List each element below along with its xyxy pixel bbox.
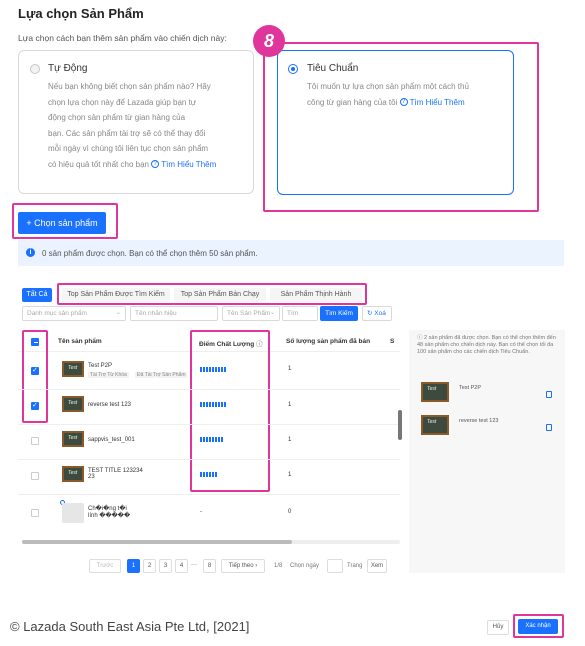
pager-page-1[interactable]: 1 bbox=[127, 559, 140, 573]
info-circle-icon: ⓘ bbox=[417, 335, 423, 341]
row-checkbox[interactable] bbox=[31, 472, 39, 480]
sold-count: 1 bbox=[288, 366, 292, 372]
selected-thumbnail bbox=[421, 415, 449, 435]
selected-thumbnail bbox=[421, 382, 449, 402]
selected-item-name: reverse test 123 bbox=[459, 418, 499, 424]
chevron-down-icon: ⌄ bbox=[269, 310, 275, 316]
tab-trending[interactable]: Sản Phẩm Thịnh Hành bbox=[270, 288, 362, 302]
quality-bar bbox=[200, 367, 226, 372]
info-icon: i bbox=[26, 248, 35, 257]
search-button[interactable]: Tìm Kiếm bbox=[320, 306, 358, 321]
quality-bar bbox=[200, 472, 217, 477]
pager-next[interactable]: Tiếp theo › bbox=[221, 559, 265, 573]
quality-empty: - bbox=[200, 509, 202, 515]
info-bar: i 0 sản phẩm được chọn. Bạn có thể chọn … bbox=[18, 240, 564, 266]
cancel-button[interactable]: Hủy bbox=[487, 620, 509, 635]
info-circle-icon: ⓘ bbox=[256, 341, 263, 348]
pager-page-last[interactable]: 8 bbox=[203, 559, 216, 573]
tab-top-searched[interactable]: Top Sản Phẩm Được Tìm Kiếm bbox=[62, 288, 170, 302]
product-name: reverse test 123 bbox=[88, 402, 132, 408]
learn-more-link[interactable]: Tìm Hiểu Thêm bbox=[410, 98, 465, 107]
page-subtitle: Lựa chọn cách bạn thêm sản phẩm vào chiế… bbox=[18, 33, 227, 43]
product-thumbnail bbox=[62, 396, 84, 412]
option-standard-desc: Tôi muốn tự lựa chọn sản phẩm một cách t… bbox=[307, 82, 469, 107]
row-checkbox[interactable] bbox=[31, 366, 39, 375]
row-checkbox[interactable] bbox=[31, 437, 39, 445]
sold-count: 1 bbox=[288, 437, 292, 443]
horizontal-scrollbar[interactable] bbox=[22, 540, 400, 544]
pager-prev[interactable]: Trước bbox=[89, 559, 121, 573]
pager-goto-label: Chọn ngày bbox=[290, 563, 320, 569]
tab-top-selling[interactable]: Top Sản Phẩm Bán Chạy bbox=[174, 288, 266, 302]
pager-page-2[interactable]: 2 bbox=[143, 559, 156, 573]
quality-bar bbox=[200, 402, 226, 407]
pager-total: 1/8 bbox=[274, 563, 283, 569]
question-icon: ? bbox=[151, 160, 160, 169]
product-thumbnail bbox=[62, 361, 84, 377]
selected-item-name: Test P2P bbox=[459, 385, 482, 391]
product-name: sappvis_test_001 bbox=[88, 437, 135, 443]
brand-input[interactable]: Tên nhãn hiệu bbox=[130, 306, 218, 321]
pager-goto-input[interactable] bbox=[327, 559, 343, 573]
pager-go-button[interactable]: Xem bbox=[367, 559, 387, 573]
tab-all[interactable]: Tất Cả bbox=[22, 288, 52, 302]
option-standard-card[interactable]: Tiêu Chuẩn Tôi muốn tự lựa chọn sản phẩm… bbox=[277, 50, 514, 195]
column-product-name: Tên sản phẩm bbox=[58, 338, 102, 345]
tag-sponsored: Đã Tài Trợ Sản Phẩm bbox=[135, 372, 188, 378]
pager-ellipsis: ··· bbox=[191, 562, 197, 568]
select-all-checkbox[interactable] bbox=[31, 338, 39, 346]
copyright: © Lazada South East Asia Pte Ltd, [2021] bbox=[10, 619, 250, 634]
pager-page-3[interactable]: 3 bbox=[159, 559, 172, 573]
option-auto-title: Tự Động bbox=[48, 63, 88, 74]
option-auto-desc: Nếu bạn không biết chọn sản phẩm nào? Hã… bbox=[48, 82, 217, 169]
sold-count: 1 bbox=[288, 472, 292, 478]
selected-products-panel: ⓘ 2 sản phẩm đã được chọn. Bạn có thể ch… bbox=[409, 330, 565, 573]
product-name: Ch�i�ng t�i lính ����� bbox=[88, 506, 131, 519]
product-thumbnail bbox=[62, 503, 84, 523]
vertical-scrollbar[interactable] bbox=[398, 410, 402, 440]
sold-count: 1 bbox=[288, 402, 292, 408]
category-select[interactable]: Danh mục sản phẩm ⌄ bbox=[22, 306, 126, 321]
pager-page-4[interactable]: 4 bbox=[175, 559, 188, 573]
highlight-quality-column bbox=[190, 330, 270, 492]
tag-keyword: Tài Trợ Từ Khóa bbox=[88, 372, 129, 378]
product-thumbnail bbox=[62, 466, 84, 482]
learn-more-link[interactable]: Tìm Hiểu Thêm bbox=[161, 160, 216, 169]
column-quality-score: Điểm Chất Lượng ⓘ bbox=[199, 341, 263, 348]
search-field-select[interactable]: Tên Sản Phẩm ⌄ bbox=[222, 306, 280, 321]
reset-button[interactable]: ↻ Xoá bbox=[362, 306, 392, 321]
info-text: 0 sản phẩm được chọn. Bạn có thể chọn th… bbox=[42, 249, 258, 258]
selected-note: ⓘ 2 sản phẩm đã được chọn. Bạn có thể ch… bbox=[417, 335, 556, 355]
row-checkbox[interactable] bbox=[31, 509, 39, 517]
search-input[interactable]: Tìm bbox=[282, 306, 318, 321]
option-auto-radio[interactable] bbox=[30, 64, 40, 74]
column-sold: Số lượng sản phẩm đã bán bbox=[286, 338, 371, 345]
sold-count: 0 bbox=[288, 509, 292, 515]
step-badge: 8 bbox=[253, 25, 285, 57]
chevron-down-icon: ⌄ bbox=[115, 310, 121, 316]
quality-bar bbox=[200, 437, 223, 442]
question-icon: ? bbox=[399, 98, 408, 107]
reset-icon: ↻ bbox=[367, 310, 373, 317]
option-auto-card[interactable]: Tự Động Nếu bạn không biết chọn sản phẩm… bbox=[18, 50, 254, 194]
page-title: Lựa chọn Sản Phẩm bbox=[18, 6, 144, 21]
confirm-button[interactable]: Xác nhận bbox=[518, 619, 558, 634]
option-standard-title: Tiêu Chuẩn bbox=[307, 63, 359, 74]
pager-page-word: Trang bbox=[347, 563, 363, 569]
column-extra: S bbox=[390, 338, 395, 345]
trash-icon[interactable] bbox=[546, 424, 552, 431]
product-thumbnail bbox=[62, 431, 84, 447]
product-name: TEST TITLE 123234 23 bbox=[88, 468, 143, 480]
scrollbar-thumb[interactable] bbox=[22, 540, 292, 544]
trash-icon[interactable] bbox=[546, 391, 552, 398]
option-standard-radio[interactable] bbox=[288, 64, 298, 74]
row-checkbox[interactable] bbox=[31, 401, 39, 410]
product-name: Test P2P bbox=[88, 363, 113, 369]
choose-products-button[interactable]: + Chọn sản phẩm bbox=[18, 212, 106, 234]
